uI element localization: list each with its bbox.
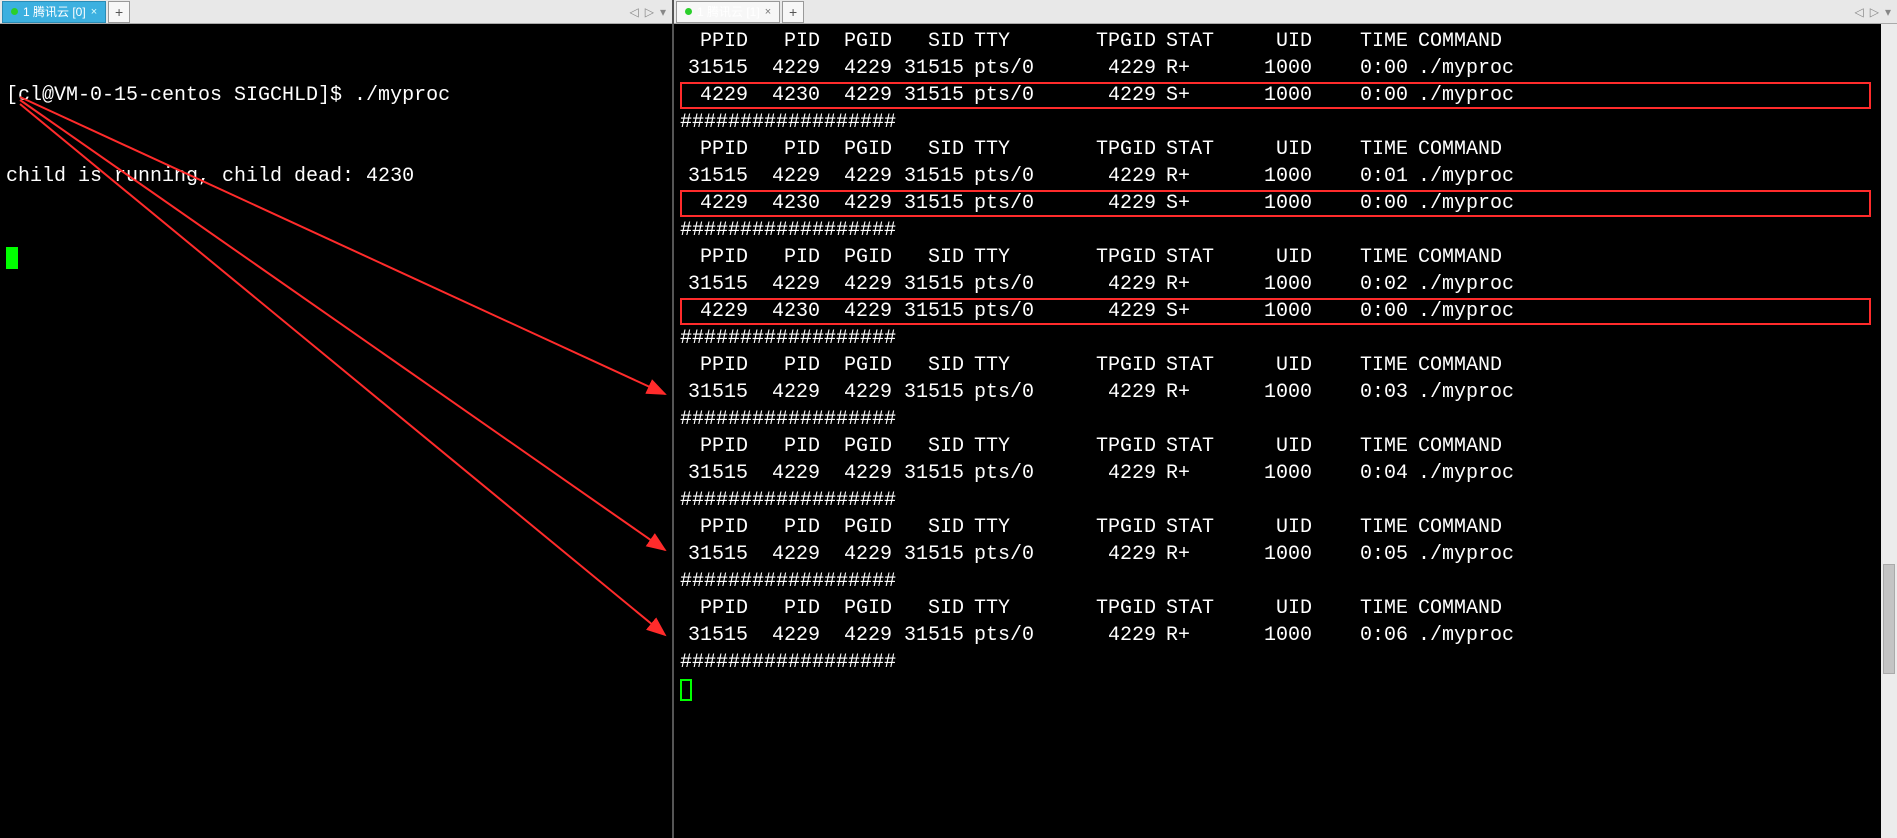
tab-add-button-right[interactable]: + (782, 1, 804, 23)
cursor-icon (680, 679, 692, 701)
separator-line: ################## (680, 325, 1891, 352)
status-dot-icon (11, 8, 18, 15)
ps-data-row: 315154229422931515pts/04229R+10000:01./m… (680, 163, 1891, 190)
tab-label: 1 腾讯云 [0] (23, 3, 86, 20)
output-line: child is running, child dead: 4230 (6, 163, 666, 190)
separator-line: ################## (680, 568, 1891, 595)
ps-header-row: PPIDPIDPGIDSIDTTYTPGIDSTATUIDTIMECOMMAND (680, 352, 1891, 379)
tabbar-nav-right: ◁ ▷ ▾ (1855, 5, 1897, 19)
ps-data-row: 315154229422931515pts/04229R+10000:03./m… (680, 379, 1891, 406)
ps-data-row: 315154229422931515pts/04229R+10000:06./m… (680, 622, 1891, 649)
tab-left-0[interactable]: 1 腾讯云 [0] × (2, 1, 106, 23)
scrollbar-right[interactable] (1881, 24, 1897, 838)
tab-right-0[interactable]: 1 腾讯云 [1] × (676, 1, 780, 23)
ps-header-row: PPIDPIDPGIDSIDTTYTPGIDSTATUIDTIMECOMMAND (680, 28, 1891, 55)
separator-line: ################## (680, 406, 1891, 433)
ps-data-row: 42294230422931515pts/04229S+10000:00./my… (680, 190, 1891, 217)
ps-data-row: 42294230422931515pts/04229S+10000:00./my… (680, 298, 1891, 325)
ps-header-row: PPIDPIDPGIDSIDTTYTPGIDSTATUIDTIMECOMMAND (680, 595, 1891, 622)
ps-data-row: 42294230422931515pts/04229S+10000:00./my… (680, 82, 1891, 109)
separator-line: ################## (680, 649, 1891, 676)
terminal-pane-right: 1 腾讯云 [1] × + ◁ ▷ ▾ PPIDPIDPGIDSIDTTYTPG… (674, 0, 1897, 838)
tabbar-left: 1 腾讯云 [0] × + ◁ ▷ ▾ (0, 0, 672, 24)
terminal-output-right[interactable]: PPIDPIDPGIDSIDTTYTPGIDSTATUIDTIMECOMMAND… (674, 24, 1897, 707)
tab-add-button-left[interactable]: + (108, 1, 130, 23)
tab-label: 1 腾讯云 [1] (697, 3, 760, 20)
tabbar-right: 1 腾讯云 [1] × + ◁ ▷ ▾ (674, 0, 1897, 24)
close-icon[interactable]: × (91, 6, 97, 18)
status-dot-icon (685, 8, 692, 15)
chevron-left-icon[interactable]: ◁ (1855, 5, 1864, 19)
ps-header-row: PPIDPIDPGIDSIDTTYTPGIDSTATUIDTIMECOMMAND (680, 136, 1891, 163)
chevron-right-icon[interactable]: ▷ (645, 5, 654, 19)
ps-header-row: PPIDPIDPGIDSIDTTYTPGIDSTATUIDTIMECOMMAND (680, 433, 1891, 460)
ps-data-row: 315154229422931515pts/04229R+10000:05./m… (680, 541, 1891, 568)
separator-line: ################## (680, 217, 1891, 244)
close-icon[interactable]: × (765, 6, 771, 18)
ps-data-row: 315154229422931515pts/04229R+10000:00./m… (680, 55, 1891, 82)
ps-data-row: 315154229422931515pts/04229R+10000:02./m… (680, 271, 1891, 298)
separator-line: ################## (680, 487, 1891, 514)
chevron-left-icon[interactable]: ◁ (630, 5, 639, 19)
menu-down-icon[interactable]: ▾ (660, 5, 666, 19)
ps-data-row: 315154229422931515pts/04229R+10000:04./m… (680, 460, 1891, 487)
menu-down-icon[interactable]: ▾ (1885, 5, 1891, 19)
scrollbar-thumb[interactable] (1883, 564, 1895, 674)
tabbar-nav-left: ◁ ▷ ▾ (630, 5, 673, 19)
separator-line: ################## (680, 109, 1891, 136)
prompt-line: [cl@VM-0-15-centos SIGCHLD]$ ./myproc (6, 82, 666, 109)
ps-header-row: PPIDPIDPGIDSIDTTYTPGIDSTATUIDTIMECOMMAND (680, 244, 1891, 271)
terminal-pane-left: 1 腾讯云 [0] × + ◁ ▷ ▾ [cl@VM-0-15-centos S… (0, 0, 674, 838)
chevron-right-icon[interactable]: ▷ (1870, 5, 1879, 19)
ps-header-row: PPIDPIDPGIDSIDTTYTPGIDSTATUIDTIMECOMMAND (680, 514, 1891, 541)
terminal-output-left[interactable]: [cl@VM-0-15-centos SIGCHLD]$ ./myproc ch… (0, 24, 672, 329)
cursor-icon (6, 247, 18, 269)
